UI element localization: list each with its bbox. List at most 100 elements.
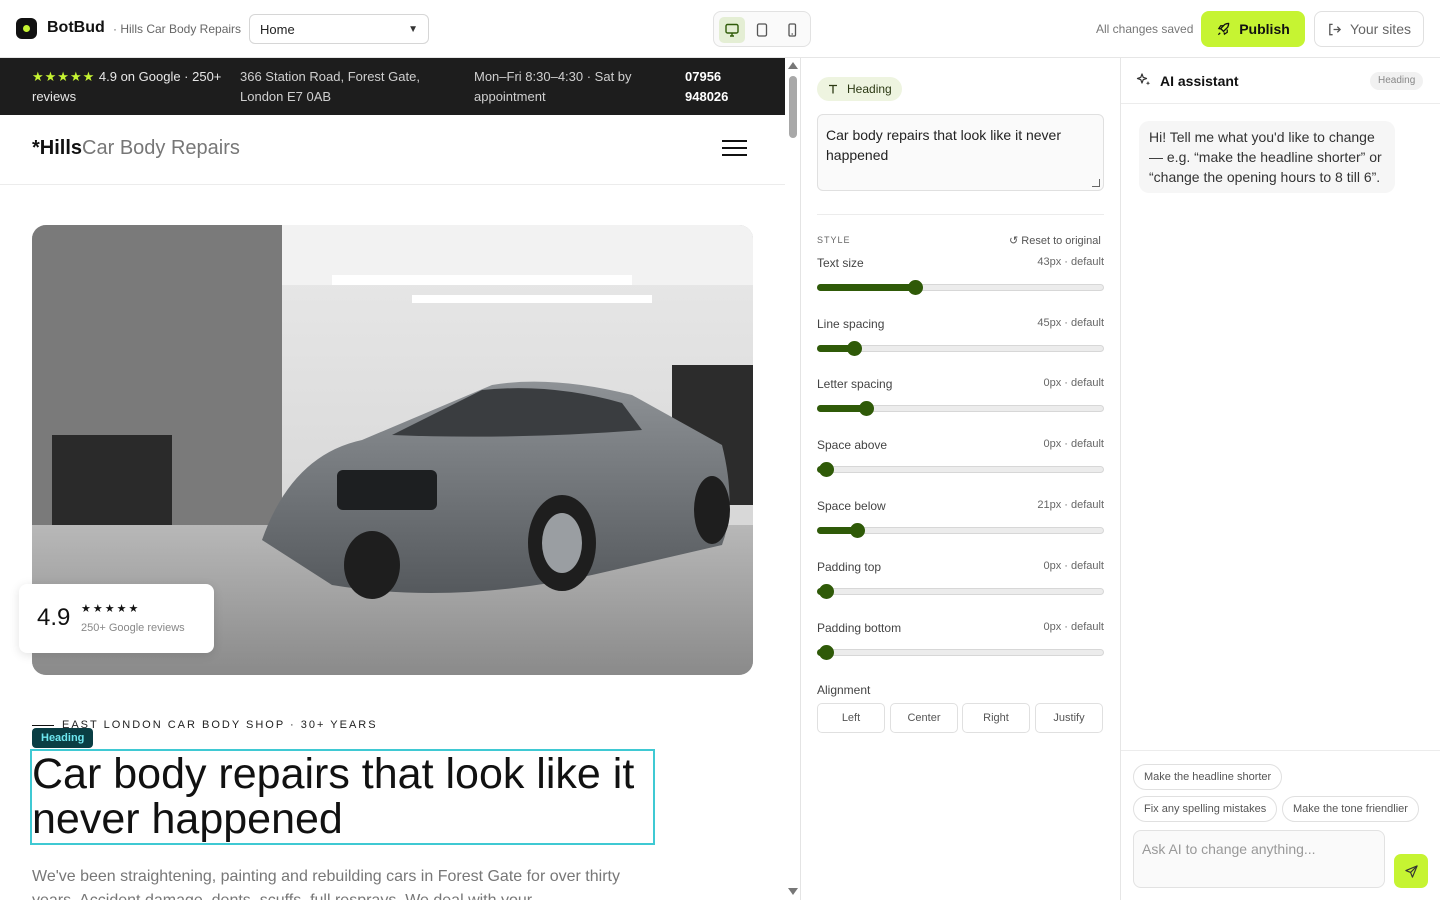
slider-label: Space above [817, 438, 888, 452]
align-justify-button[interactable]: Justify [1035, 703, 1103, 733]
slider-track[interactable] [817, 649, 1104, 656]
slider-row: Line spacing 45px · default [817, 317, 1104, 361]
tablet-icon [756, 23, 768, 37]
suggestion-chip[interactable]: Fix any spelling mistakes [1133, 796, 1278, 822]
publish-button[interactable]: Publish [1201, 11, 1305, 47]
heading-text-input[interactable]: Car body repairs that look like it never… [817, 114, 1104, 191]
slider-value: 0px · default [1043, 560, 1104, 572]
slider-label: Letter spacing [817, 377, 893, 391]
hamburger-menu-icon[interactable] [722, 140, 747, 158]
app-logo-text: BotBud [47, 19, 105, 36]
sparkle-icon [1136, 73, 1151, 86]
mobile-view-button[interactable] [779, 17, 805, 43]
slider-handle[interactable] [908, 280, 923, 295]
send-icon [1404, 864, 1418, 878]
botbud-logo-icon [16, 18, 37, 39]
slider-row: Letter spacing 0px · default [817, 377, 1104, 421]
site-preview: ★★★★★ 4.9 on Google · 250+ reviews 366 S… [0, 58, 785, 900]
slider-row: Space below 21px · default [817, 499, 1104, 543]
eyebrow-text: EAST LONDON CAR BODY SHOP · 30+ YEARS [62, 719, 378, 731]
reset-to-original-button[interactable]: ↺ Reset to original [1009, 234, 1101, 247]
scroll-up-arrow-icon[interactable] [788, 62, 798, 69]
phone-line-1: 07956 [685, 69, 722, 84]
reset-label: Reset to original [1021, 235, 1101, 247]
slider-handle[interactable] [819, 645, 834, 660]
rating-text: 4.9 on Google · 250+ [95, 69, 222, 84]
exit-icon [1329, 23, 1342, 35]
preview-scrollbar[interactable] [785, 58, 801, 900]
slider-value: 0px · default [1043, 621, 1104, 633]
site-brand[interactable]: *HillsCar Body Repairs [32, 137, 240, 160]
your-sites-label: Your sites [1350, 21, 1411, 37]
page-select[interactable]: Home ▼ [249, 14, 429, 44]
page-select-value: Home [260, 21, 295, 37]
slider-track[interactable] [817, 588, 1104, 595]
rating-stars: ★★★★★ [32, 69, 96, 84]
slider-value: 0px · default [1043, 438, 1104, 450]
slider-handle[interactable] [847, 341, 862, 356]
slider-row: Padding top 0px · default [817, 560, 1104, 604]
slider-row: Text size 43px · default [817, 256, 1104, 300]
divider [817, 214, 1104, 215]
slider-handle[interactable] [859, 401, 874, 416]
hours-line-2: appointment [474, 89, 546, 104]
your-sites-button[interactable]: Your sites [1314, 11, 1424, 47]
site-name: · Hills Car Body Repairs [113, 22, 242, 36]
slider-handle[interactable] [819, 462, 834, 477]
mobile-icon [788, 23, 797, 37]
slider-label: Text size [817, 256, 864, 270]
heading-text-value: Car body repairs that look like it never… [826, 127, 1061, 163]
ai-title: AI assistant [1160, 73, 1239, 89]
slider-label: Padding bottom [817, 621, 902, 635]
ai-assistant-panel: AI assistant Heading Hi! Tell me what yo… [1121, 58, 1440, 900]
align-center-button[interactable]: Center [890, 703, 958, 733]
slider-value: 0px · default [1043, 377, 1104, 389]
slider-label: Line spacing [817, 317, 885, 331]
brand-asterisk: * [32, 137, 40, 159]
rating-card: 4.9 ★★★★★ 250+ Google reviews [19, 584, 214, 653]
site-header: *HillsCar Body Repairs [0, 115, 785, 185]
desktop-view-button[interactable] [719, 17, 745, 43]
slider-label: Space below [817, 499, 886, 513]
slider-label: Padding top [817, 560, 882, 574]
chevron-down-icon: ▼ [408, 23, 418, 35]
reset-icon: ↺ [1009, 235, 1019, 247]
element-type-chip: Heading [817, 77, 902, 101]
ai-prompt-input[interactable]: Ask AI to change anything... [1133, 830, 1385, 888]
slider-row: Space above 0px · default [817, 438, 1104, 482]
address-line-1: 366 Station Road, Forest Gate, [240, 69, 420, 84]
slider-handle[interactable] [850, 523, 865, 538]
phone-number[interactable]: 07956 948026 [685, 67, 728, 107]
eyebrow-rule [32, 725, 54, 726]
desktop-icon [725, 23, 739, 37]
brand-bold: Hills [39, 137, 83, 159]
slider-value: 21px · default [1037, 499, 1104, 511]
rating-score: 4.9 [37, 604, 71, 631]
slider-value: 43px · default [1037, 256, 1104, 268]
ai-header: AI assistant Heading [1121, 58, 1440, 104]
tablet-view-button[interactable] [749, 17, 775, 43]
rocket-icon [1218, 22, 1230, 35]
scroll-thumb[interactable] [789, 76, 797, 138]
slider-value: 45px · default [1037, 317, 1104, 329]
ai-greeting-message: Hi! Tell me what you'd like to change — … [1139, 121, 1395, 193]
slider-handle[interactable] [819, 584, 834, 599]
align-right-button[interactable]: Right [962, 703, 1030, 733]
phone-line-2: 948026 [685, 89, 729, 104]
style-section-label: STYLE [817, 235, 851, 245]
scroll-down-arrow-icon[interactable] [788, 888, 798, 895]
hero-heading[interactable]: Car body repairs that look like it never… [32, 752, 642, 842]
rating-text-2: reviews [32, 89, 77, 104]
suggestion-chip[interactable]: Make the tone friendlier [1282, 796, 1419, 822]
contact-info-bar: ★★★★★ 4.9 on Google · 250+ reviews 366 S… [0, 58, 785, 115]
google-rating: ★★★★★ 4.9 on Google · 250+ reviews [32, 67, 227, 107]
hero-paragraph[interactable]: We've been straightening, painting and r… [32, 865, 622, 900]
resize-grip-icon[interactable] [1092, 179, 1100, 187]
align-left-button[interactable]: Left [817, 703, 885, 733]
element-editor-panel: Heading Car body repairs that look like … [801, 58, 1121, 900]
send-button[interactable] [1394, 854, 1428, 888]
slider-track[interactable] [817, 466, 1104, 473]
top-bar: BotBud · Hills Car Body Repairs Home ▼ A… [0, 0, 1440, 58]
suggestion-chip[interactable]: Make the headline shorter [1133, 764, 1283, 790]
address-line-2: London E7 0AB [240, 89, 332, 104]
